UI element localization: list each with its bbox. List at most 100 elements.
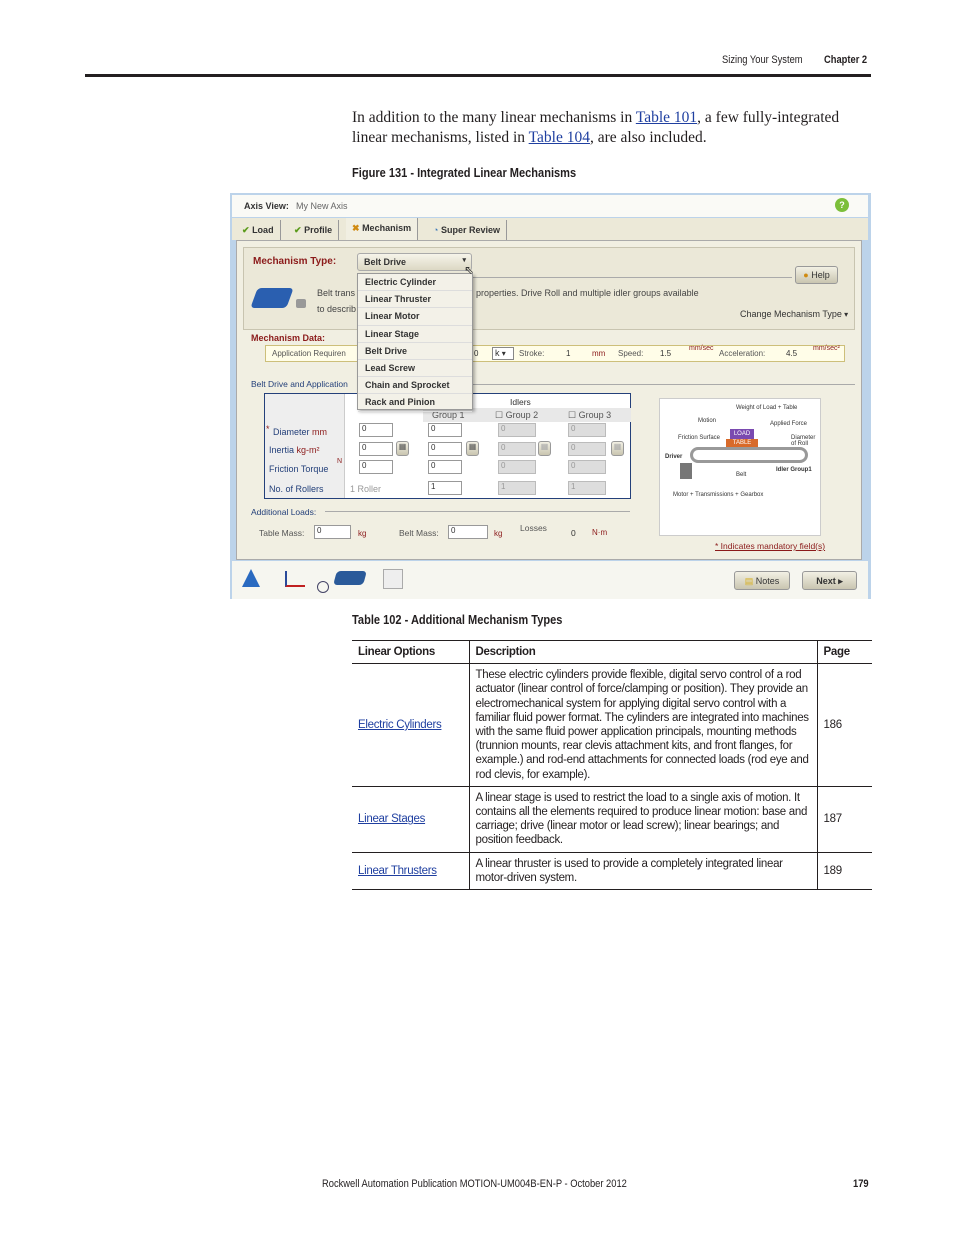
load-value: 0	[474, 349, 479, 358]
option-lead-screw[interactable]: Lead Screw	[358, 360, 472, 378]
calculator-icon[interactable]: ▦	[611, 441, 624, 456]
intro-text: In addition to the many linear mechanism…	[352, 109, 636, 126]
gauge-icon[interactable]	[317, 581, 329, 593]
help-icon[interactable]: ?	[835, 198, 849, 212]
cursor-icon: ⇖	[464, 263, 475, 277]
group1-friction-input[interactable]: 0	[428, 460, 462, 474]
group2-diameter-input[interactable]: 0	[498, 423, 536, 437]
description-cell: A linear stage is used to restrict the l…	[468, 785, 817, 853]
change-mechanism-type[interactable]: Change Mechanism Type ▾	[740, 309, 848, 319]
stroke-value: 1	[566, 349, 571, 358]
header-rule	[85, 74, 871, 77]
acceleration-unit: mm/sec²	[813, 345, 840, 352]
electric-cylinders-link[interactable]: Electric Cylinders	[358, 719, 442, 731]
table-caption: Table 102 - Additional Mechanism Types	[352, 612, 563, 627]
check-icon: ✔	[294, 225, 302, 235]
motor-placeholder-icon[interactable]	[383, 569, 403, 589]
calculator-icon[interactable]: ▦	[396, 441, 409, 456]
inertia-label: Inertia kg-m²	[269, 445, 320, 455]
group2-friction-input[interactable]: 0	[498, 460, 536, 474]
app-req-label: Application Requiren	[272, 349, 346, 358]
tab-load[interactable]: ✔ Load	[236, 220, 281, 240]
option-chain-sprocket[interactable]: Chain and Sprocket	[358, 377, 472, 395]
diameter-input[interactable]: 0	[359, 423, 393, 437]
description-cell: A linear thruster is used to provide a c…	[468, 851, 817, 891]
group2-checkbox[interactable]: ☐ Group 2	[495, 410, 538, 421]
friction-torque-label: Friction Torque	[269, 464, 329, 474]
group3-inertia-input[interactable]: 0	[568, 442, 606, 456]
page-cell: 187	[816, 785, 872, 853]
desc-text: properties. Drive Roll and multiple idle…	[476, 288, 699, 298]
option-electric-cylinder[interactable]: Electric Cylinder	[358, 274, 472, 292]
linear-stages-link[interactable]: Linear Stages	[358, 813, 425, 825]
inertia-input[interactable]: 0	[359, 442, 393, 456]
unit-select[interactable]: k ▾	[492, 347, 514, 360]
option-linear-motor[interactable]: Linear Motor	[358, 308, 472, 326]
group1-inertia-input[interactable]: 0	[428, 442, 462, 456]
column-header: Description	[468, 639, 817, 665]
motor-shape	[680, 463, 692, 479]
option-belt-drive[interactable]: Belt Drive	[358, 343, 472, 360]
table-mass-input[interactable]: 0	[314, 525, 351, 539]
x-icon: ✖	[352, 223, 360, 233]
linear-thrusters-link[interactable]: Linear Thrusters	[358, 865, 437, 877]
mandatory-note: * Indicates mandatory field(s)	[715, 541, 826, 551]
help-button[interactable]: ● Help	[795, 266, 838, 284]
tab-super-review[interactable]: ◔ Super Review	[427, 220, 507, 240]
belt-mass-unit: kg	[494, 529, 503, 538]
diagram-label: Idler Group1	[776, 467, 812, 473]
belt-mass-input[interactable]: 0	[448, 525, 488, 539]
option-rack-pinion[interactable]: Rack and Pinion	[358, 394, 472, 412]
mechanism-icon[interactable]	[333, 571, 367, 585]
diameter-label: Diameter mm	[273, 427, 328, 437]
group3-diameter-input[interactable]: 0	[568, 423, 606, 437]
speed-value: 1.5	[660, 349, 672, 358]
group3-rollers-input[interactable]: 1	[568, 481, 606, 495]
footer-publication: Rockwell Automation Publication MOTION-U…	[322, 1178, 627, 1190]
group1-diameter-input[interactable]: 0	[428, 423, 462, 437]
idlers-header: Idlers	[510, 397, 531, 407]
group3-checkbox[interactable]: ☐ Group 3	[568, 410, 611, 421]
help-icon: ●	[803, 270, 809, 280]
page-cell: 186	[816, 663, 872, 787]
check-icon: ✔	[242, 225, 250, 235]
group2-inertia-input[interactable]: 0	[498, 442, 536, 456]
tab-mechanism[interactable]: ✖ Mechanism	[346, 218, 419, 240]
tab-profile[interactable]: ✔ Profile	[288, 220, 340, 240]
acceleration-label: Acceleration:	[719, 349, 766, 358]
mechanism-type-select[interactable]: Belt Drive ▾	[357, 253, 472, 271]
table-104-link[interactable]: Table 104	[529, 129, 590, 146]
mechanism-type-label: Mechanism Type:	[253, 256, 337, 267]
intro-paragraph: In addition to the many linear mechanism…	[352, 108, 872, 148]
table-101-link[interactable]: Table 101	[636, 109, 697, 126]
group3-friction-input[interactable]: 0	[568, 460, 606, 474]
calculator-icon[interactable]: ▦	[466, 441, 479, 456]
group2-rollers-input[interactable]: 1	[498, 481, 536, 495]
notes-button[interactable]: ▤ Notes	[734, 571, 790, 590]
table-block: TABLE	[726, 439, 758, 447]
acceleration-value: 4.5	[786, 349, 798, 358]
calculator-icon[interactable]: ▦	[538, 441, 551, 456]
axis-view-label: Axis View:	[244, 201, 289, 211]
desc-text: Belt trans	[317, 288, 356, 298]
next-button[interactable]: Next ▸	[802, 571, 857, 590]
belt-drive-icon	[250, 288, 294, 308]
page-number: 179	[853, 1178, 869, 1190]
chapter-label: Chapter 2	[824, 54, 868, 66]
belt-drive-diagram: Weight of Load + Table Motion Applied Fo…	[659, 398, 821, 536]
stroke-unit: mm	[592, 349, 606, 358]
load-weight-icon[interactable]	[242, 569, 260, 587]
group1-rollers-input[interactable]: 1	[428, 481, 462, 495]
profile-icon[interactable]	[285, 571, 305, 587]
mandatory-marker: *	[266, 424, 270, 434]
diagram-label: Weight of Load + Table	[736, 405, 798, 411]
desc-text: to describ	[317, 304, 357, 314]
option-linear-thruster[interactable]: Linear Thruster	[358, 291, 472, 309]
diagram-label: Applied Force	[770, 421, 808, 427]
table-mass-unit: kg	[358, 529, 367, 538]
friction-input[interactable]: 0	[359, 460, 393, 474]
diagram-label: Driver	[665, 454, 683, 460]
option-linear-stage[interactable]: Linear Stage	[358, 326, 472, 343]
description-cell: These electric cylinders provide flexibl…	[468, 663, 817, 787]
table-row: Electric Cylinders These electric cylind…	[352, 663, 872, 787]
